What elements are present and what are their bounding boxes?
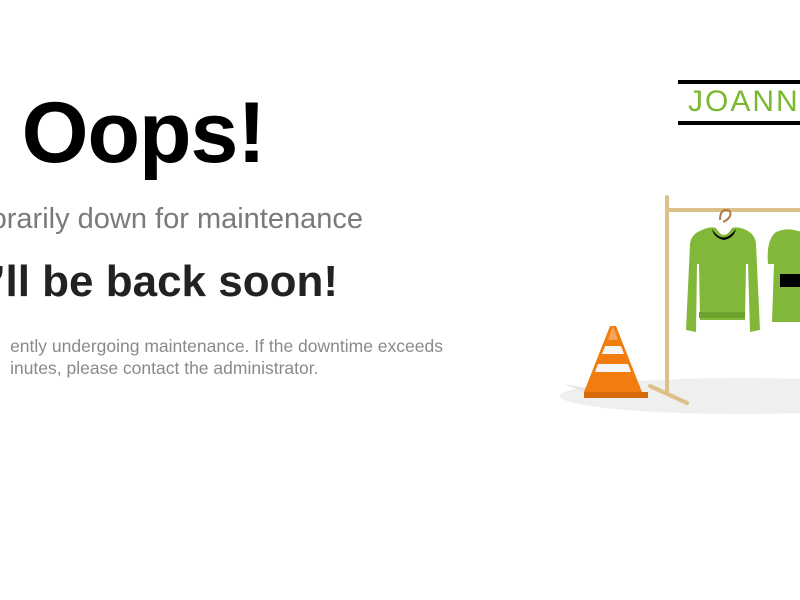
maintenance-illustration — [550, 180, 800, 430]
logo-wordmark: JOANN — [688, 85, 800, 118]
maintenance-page: Oops! orarily down for maintenance e’ll … — [0, 0, 800, 600]
sweater-icon — [686, 227, 760, 332]
maintenance-description: ently undergoing maintenance. If the dow… — [10, 335, 443, 379]
message-column: Oops! orarily down for maintenance e’ll … — [0, 0, 520, 600]
logo-top-rule — [678, 80, 800, 84]
dress-icon — [767, 229, 800, 322]
page-title: Oops! — [21, 85, 266, 181]
maintenance-subtitle: orarily down for maintenance — [0, 203, 363, 235]
logo-bottom-rule — [678, 121, 800, 125]
traffic-cone-icon — [584, 326, 648, 398]
description-line-1: ently undergoing maintenance. If the dow… — [10, 336, 443, 356]
brand-logo: JOANN — [678, 80, 800, 126]
back-soon-heading: e’ll be back soon! — [0, 257, 338, 306]
description-line-2: inutes, please contact the administrator… — [10, 358, 319, 378]
